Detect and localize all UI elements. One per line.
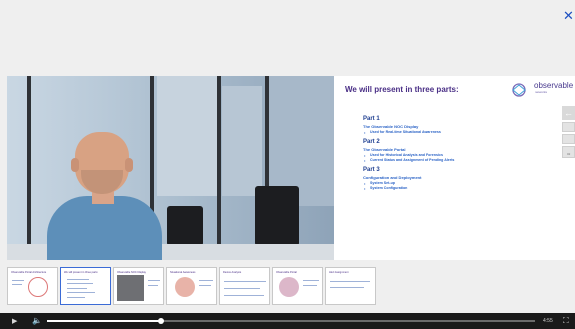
office-chair [255, 186, 299, 246]
presenter-shirt [47, 196, 162, 260]
thumbnail-text-line [67, 279, 89, 280]
presentation-slide: We will present in three parts: observab… [334, 76, 575, 260]
thumbnail-text-line [330, 281, 370, 282]
thumbnail-graphic [28, 277, 48, 297]
thumbnail-text-line [148, 280, 160, 281]
thumbnail-title: We will present in three parts: [64, 271, 99, 274]
part-2: Part 2 The Observable Portal Used for Hi… [363, 139, 538, 163]
presenter-ear [125, 158, 133, 172]
progress-bar[interactable] [47, 318, 535, 324]
office-chair [167, 206, 203, 246]
thumbnail-text-line [12, 280, 24, 281]
slide-thumbnail[interactable]: Device Analysis [219, 267, 270, 305]
time-display: 4:55 [543, 318, 553, 324]
thumbnail-text-line [67, 288, 87, 289]
slide-body: Part 1 The Observable NOC Display Used f… [363, 116, 538, 195]
part-3: Part 3 Configuration and Deployment Syst… [363, 167, 538, 191]
slide-prev-arrow-icon[interactable]: ← [562, 106, 575, 120]
window-frame [27, 76, 31, 260]
thumbnail-title: Observable Portal Architecture [11, 271, 47, 274]
logo-tagline: networks [535, 90, 548, 94]
part-subheading: Configuration and Deployment [363, 175, 422, 180]
fullscreen-icon[interactable]: ⛶ [563, 313, 569, 329]
slide-thumbnail[interactable]: Observable NOC Display [113, 267, 164, 305]
part-heading: Part 3 [363, 167, 380, 173]
window-building [222, 86, 262, 196]
thumbnail-text-line [330, 287, 364, 288]
part-bullet: Used for Real-time Situational Awareness [363, 130, 538, 135]
thumbnail-text-line [224, 288, 260, 289]
progress-knob[interactable] [157, 318, 164, 324]
slide-thumbnail-active[interactable]: We will present in three parts: [60, 267, 111, 305]
video-control-bar: ▶ 🔈 4:55 ⛶ [0, 313, 575, 329]
thumbnail-text-line [224, 281, 266, 282]
play-icon[interactable]: ▶ [12, 313, 17, 329]
presenter-ear [71, 158, 79, 172]
slide-side-tab[interactable] [562, 134, 575, 144]
thumbnail-title: Observable Portal [276, 271, 297, 274]
thumbnail-title: Alert Assignment [329, 271, 349, 274]
observable-logo-icon [512, 83, 526, 97]
logo-wordmark: observable [534, 81, 574, 90]
slide-thumbnail[interactable]: Alert Assignment [325, 267, 376, 305]
slide-side-tab[interactable] [562, 122, 575, 132]
thumbnail-text-line [199, 280, 213, 281]
part-subheading: The Observable NOC Display [363, 124, 419, 129]
thumbnail-text-line [303, 285, 317, 286]
slide-title: We will present in three parts: [345, 85, 459, 94]
thumbnail-text-line [148, 285, 158, 286]
slide-thumbnail[interactable]: Observable Portal Architecture [7, 267, 58, 305]
thumbnail-title: Device Analysis [223, 271, 242, 274]
slide-thumbnail-strip: Observable Portal Architecture We will p… [7, 267, 377, 305]
thumbnail-graphic [117, 275, 144, 301]
close-icon[interactable]: ✕ [563, 10, 574, 23]
thumbnail-graphic [175, 277, 195, 297]
slide-thumbnail[interactable]: Situational Awareness [166, 267, 217, 305]
slide-thumbnail[interactable]: Observable Portal [272, 267, 323, 305]
thumbnail-text-line [199, 285, 211, 286]
player-stage: ✕ We will present in three parts: observ… [0, 0, 575, 329]
thumbnail-text-line [224, 295, 264, 296]
part-subheading: The Observable Portal [363, 147, 406, 152]
slide-number: 02 [567, 152, 571, 156]
part-1: Part 1 The Observable NOC Display Used f… [363, 116, 538, 135]
window-frame [217, 76, 221, 260]
part-heading: Part 2 [363, 139, 380, 145]
thumbnail-graphic [279, 277, 299, 297]
thumbnail-title: Situational Awareness [170, 271, 196, 274]
part-bullet: Current Status and Assignment of Pending… [363, 158, 538, 163]
thumbnail-text-line [67, 297, 85, 298]
thumbnail-text-line [303, 280, 319, 281]
volume-icon[interactable]: 🔈 [32, 313, 42, 329]
progress-fill [47, 320, 161, 322]
thumbnail-title: Observable NOC Display [117, 271, 146, 274]
part-bullet: System Configuration [363, 186, 538, 191]
window-building [157, 76, 217, 196]
thumbnail-text-line [67, 283, 93, 284]
thumbnail-text-line [67, 292, 95, 293]
video-frame[interactable] [7, 76, 334, 260]
part-heading: Part 1 [363, 116, 380, 122]
thumbnail-text-line [12, 284, 22, 285]
